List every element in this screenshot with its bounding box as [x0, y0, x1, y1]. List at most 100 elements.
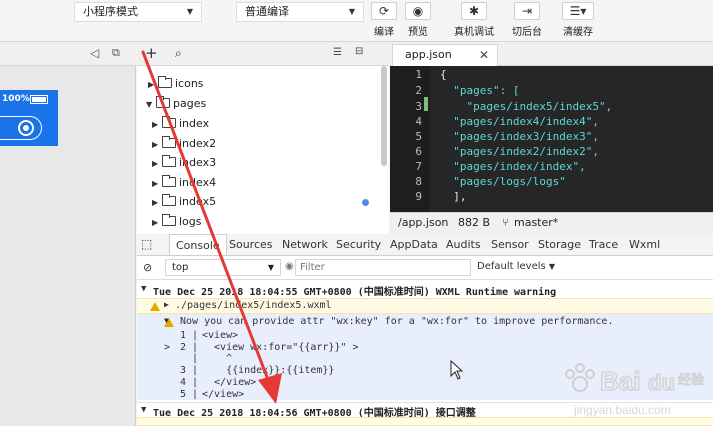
line-number: 9: [415, 190, 422, 203]
code-line-text: ^: [202, 353, 233, 364]
tree-item-label: index3: [179, 156, 217, 169]
clear-console-icon[interactable]: ⊘: [143, 261, 152, 274]
tab-trace[interactable]: Trace: [589, 234, 618, 255]
tab-appdata[interactable]: AppData: [390, 234, 438, 255]
tree-item-label: index5: [179, 195, 217, 208]
sort-icon[interactable]: ☰: [333, 47, 342, 58]
console-filter-bar: ⊘ top ▼ ◉ Default levels ▼: [137, 256, 713, 280]
chevron-down-icon: ▼: [548, 262, 556, 271]
status-file-size: 882 B: [458, 216, 491, 229]
compile-select[interactable]: 普通编译 ▼: [236, 2, 364, 22]
editor-status-bar: /app.json 882 B ⑂ master*: [390, 212, 713, 234]
battery-icon: [30, 95, 48, 104]
chevron-down-icon: ▼: [267, 263, 274, 272]
mode-select-value: 小程序模式: [83, 5, 138, 18]
remote-debug-button[interactable]: ✱ 真机调试: [450, 0, 498, 40]
log-levels-value: Default levels: [477, 261, 546, 272]
code-line-text: <view>: [202, 330, 239, 341]
chevron-right-icon: ▶: [148, 80, 155, 89]
window-icon[interactable]: ⧉: [112, 46, 120, 60]
folder-icon: [162, 155, 176, 167]
code-line: ],: [440, 190, 467, 203]
code-line: "pages/index2/index2",: [440, 145, 599, 158]
collapse-icon[interactable]: ⊟: [355, 46, 363, 57]
add-file-button[interactable]: +: [145, 44, 158, 62]
background-switch-icon: ⇥: [514, 2, 540, 20]
code-line-text: <view wx:for="{{arr}}" >: [202, 342, 359, 353]
volume-icon[interactable]: ◁: [90, 46, 99, 60]
svg-text:jingyan.baidu.com: jingyan.baidu.com: [573, 403, 671, 417]
remote-debug-button-label: 真机调试: [454, 27, 494, 38]
tree-item-index2[interactable]: ▶ index2: [152, 134, 216, 153]
tab-sources[interactable]: Sources: [229, 234, 273, 255]
warning-icon: [150, 302, 160, 311]
tree-item-logs[interactable]: ▶ logs: [152, 212, 202, 231]
tree-item-pages[interactable]: ▼ pages: [146, 94, 206, 113]
chevron-down-icon: ▼: [186, 7, 193, 16]
mode-select[interactable]: 小程序模式 ▼: [74, 2, 202, 22]
tree-item-index5[interactable]: ▶ index5: [152, 192, 216, 211]
tree-item-label: pages: [173, 97, 207, 110]
chevron-down-icon: ▼: [141, 405, 147, 415]
inspect-element-icon[interactable]: ⬚: [141, 237, 152, 251]
background-switch-button[interactable]: ⇥ 切后台: [505, 0, 549, 40]
svg-text:经验: 经验: [678, 372, 704, 388]
modified-dot-icon: [362, 199, 369, 206]
tree-item-index4[interactable]: ▶ index4: [152, 173, 216, 192]
eye-icon[interactable]: ◉: [285, 261, 294, 272]
tree-item-index3[interactable]: ▶ index3: [152, 153, 216, 172]
code-gutter-bar: |: [192, 330, 199, 341]
file-tree-header: + ⌕ ☰ ⊟: [137, 42, 389, 66]
folder-open-icon: [156, 96, 170, 108]
code-line-number: 1: [180, 330, 187, 341]
console-file-link[interactable]: ./pages/index5/index5.wxml: [175, 300, 332, 311]
code-line-text: </view>: [202, 377, 257, 388]
preview-button-label: 预览: [408, 27, 428, 38]
tab-network[interactable]: Network: [282, 234, 328, 255]
code-line: {: [440, 68, 447, 81]
clear-cache-button[interactable]: ☰▾ 清缓存: [556, 0, 600, 40]
refresh-icon: ⟳: [371, 2, 397, 20]
tree-item-index[interactable]: ▶ index: [152, 114, 209, 133]
chevron-right-icon: ▶: [152, 140, 159, 149]
tab-wxml[interactable]: Wxml: [629, 234, 660, 255]
console-filter-input[interactable]: [295, 259, 471, 276]
chevron-down-icon: ▼: [141, 284, 147, 294]
line-number: 2: [415, 84, 422, 97]
chevron-right-icon: ▶: [152, 159, 159, 168]
chevron-down-icon: ▼: [348, 7, 355, 16]
tab-sensor[interactable]: Sensor: [491, 234, 529, 255]
line-number: 1: [415, 68, 422, 81]
tab-audits[interactable]: Audits: [446, 234, 481, 255]
record-icon[interactable]: [18, 120, 34, 136]
tree-item-label: index2: [179, 137, 217, 150]
tab-storage[interactable]: Storage: [538, 234, 581, 255]
tab-security[interactable]: Security: [336, 234, 381, 255]
line-number: 4: [415, 115, 422, 128]
tree-item-label: index: [179, 117, 210, 130]
search-icon[interactable]: ⌕: [175, 46, 182, 61]
tree-scrollbar[interactable]: [381, 66, 387, 166]
folder-icon: [158, 76, 172, 88]
console-group-header[interactable]: ▼ Tue Dec 25 2018 18:04:55 GMT+0800 (中国标…: [137, 282, 713, 298]
chevron-right-icon: ▶: [152, 179, 159, 188]
chevron-right-icon: ▶: [152, 198, 159, 207]
folder-icon: [162, 175, 176, 187]
log-levels-select[interactable]: Default levels ▼: [477, 259, 565, 276]
code-line-number: 5: [180, 389, 187, 400]
tree-item-icons[interactable]: ▶ icons: [148, 74, 204, 93]
console-warning-message: Now you can provide attr "wx:key" for a …: [180, 316, 614, 327]
line-number: 7: [415, 160, 422, 173]
close-icon[interactable]: ✕: [479, 45, 489, 65]
tab-console[interactable]: Console: [169, 234, 227, 255]
editor-tab-app-json[interactable]: app.json ✕: [392, 44, 498, 66]
mouse-cursor-icon: [450, 360, 464, 380]
battery-percent: 100%: [2, 94, 30, 104]
preview-button[interactable]: ◉ 预览: [396, 0, 440, 40]
tree-item-label: index4: [179, 176, 217, 189]
status-file-path: /app.json: [398, 216, 449, 229]
code-gutter-bar: |: [192, 389, 199, 400]
diff-marker: [424, 97, 428, 111]
context-select[interactable]: top ▼: [165, 259, 281, 276]
folder-icon: [162, 136, 176, 148]
